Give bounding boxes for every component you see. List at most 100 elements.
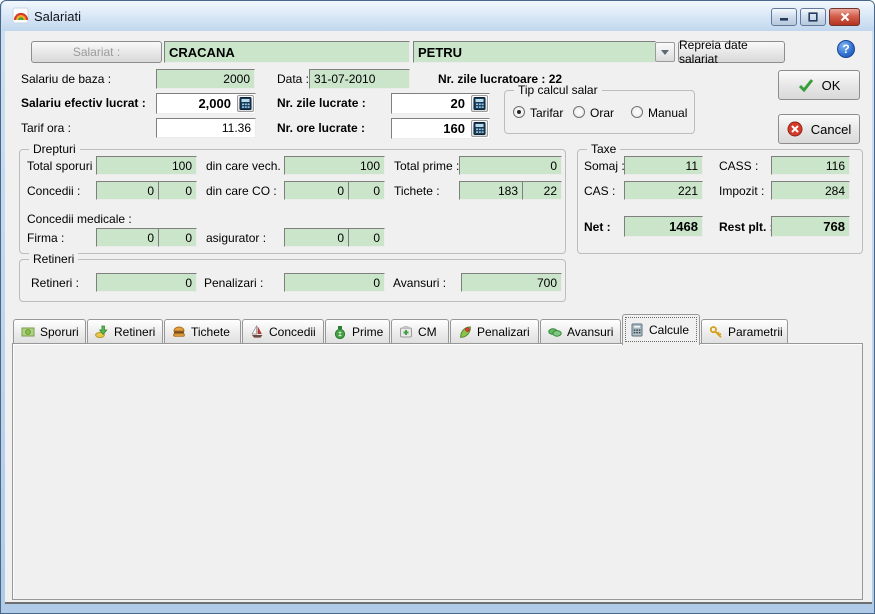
data-field: 31-07-2010: [309, 69, 410, 89]
maximize-button[interactable]: [800, 8, 826, 26]
taxe-title: Taxe: [587, 142, 620, 156]
calculator-icon[interactable]: [471, 95, 488, 112]
rest-plt-field: 768: [771, 216, 850, 237]
tab-retineri[interactable]: Retineri: [87, 319, 163, 343]
tichete-label: Tichete :: [394, 184, 440, 198]
tab-calcule[interactable]: Calcule: [622, 314, 700, 345]
radio-tarifar-label: Tarifar: [530, 106, 563, 120]
asigurator-field-a: 0: [284, 228, 349, 247]
moneybag-icon: [333, 325, 347, 339]
din-care-vech-label: din care vech. :: [206, 159, 287, 173]
tip-calcul-title: Tip calcul salar: [514, 83, 602, 97]
chevron-down-icon: [661, 50, 669, 55]
cancel-button[interactable]: Cancel: [778, 114, 860, 144]
last-name-field[interactable]: CRACANA: [164, 41, 410, 63]
salariat-button-label: Salariat :: [73, 45, 120, 59]
close-button[interactable]: [829, 8, 860, 26]
tab-label: Sporuri: [40, 325, 79, 339]
penalizari-field: 0: [284, 273, 385, 292]
cass-field: 116: [771, 156, 850, 175]
concedii-label: Concedii :: [27, 184, 80, 198]
title-bar[interactable]: Salariati: [2, 1, 875, 31]
cas-field: 221: [624, 181, 703, 200]
tab-label: Concedii: [269, 325, 316, 339]
firma-label: Firma :: [27, 231, 64, 245]
impozit-label: Impozit :: [719, 184, 764, 198]
tab-label: Parametrii: [728, 325, 783, 339]
tab-sporuri[interactable]: Sporuri: [13, 319, 86, 343]
calcule-tab-panel: [12, 343, 863, 600]
money-coins-icon: [548, 325, 562, 339]
salariu-de-baza-label: Salariu de baza :: [21, 72, 111, 86]
tab-avansuri[interactable]: Avansuri: [540, 319, 621, 343]
total-sporuri-label: Total sporuri :: [27, 159, 99, 173]
tab-concedii[interactable]: Concedii: [242, 319, 324, 343]
tab-label: Avansuri: [567, 325, 613, 339]
din-care-co-field-a: 0: [284, 181, 349, 200]
nr-ore-lucrate-label: Nr. ore lucrate :: [277, 121, 365, 135]
tab-label: Calcule: [649, 323, 689, 337]
retineri-label: Retineri :: [31, 276, 79, 290]
tab-label: Retineri: [114, 325, 155, 339]
total-prime-field: 0: [459, 156, 562, 175]
radio-tarifar[interactable]: [513, 106, 525, 118]
concedii-field-b: 0: [158, 181, 197, 200]
tab-label: Tichete: [191, 325, 230, 339]
app-rainbow-icon: [12, 7, 29, 24]
radio-orar-label: Orar: [590, 106, 614, 120]
firstaid-icon: [399, 325, 413, 339]
help-icon[interactable]: ?: [837, 40, 855, 58]
concedii-medicale-label: Concedii medicale :: [27, 212, 132, 226]
tichete-field-a: 183: [459, 181, 523, 200]
tab-tichete[interactable]: Tichete: [164, 319, 241, 343]
salariu-efectiv-label: Salariu efectiv lucrat :: [21, 96, 146, 110]
reload-employee-button[interactable]: Repreia date salariat: [678, 41, 785, 63]
salariu-de-baza-field: 2000: [156, 69, 255, 89]
net-field: 1468: [624, 216, 703, 237]
tichete-field-b: 22: [522, 181, 562, 200]
banknote-icon: [21, 325, 35, 339]
cass-label: CASS :: [719, 159, 758, 173]
tab-prime[interactable]: Prime: [325, 319, 390, 343]
coins-arrow-icon: [95, 325, 109, 339]
salariati-window: Salariati Salariat : CRACANA PETRU Repre…: [0, 0, 875, 614]
avansuri-label: Avansuri :: [393, 276, 446, 290]
din-care-co-label: din care CO :: [206, 184, 277, 198]
cas-label: CAS :: [584, 184, 615, 198]
radio-orar[interactable]: [573, 106, 585, 118]
din-care-vech-field: 100: [284, 156, 385, 175]
tab-label: Prime: [352, 325, 383, 339]
rest-plt-label: Rest plt. :: [719, 220, 774, 234]
sailboat-icon: [250, 325, 264, 339]
tab-parametrii[interactable]: Parametrii: [701, 319, 788, 343]
tab-cm[interactable]: CM: [391, 319, 449, 343]
calculator-icon[interactable]: [237, 95, 254, 112]
first-name-field[interactable]: PETRU: [413, 41, 656, 63]
window-title: Salariati: [34, 9, 81, 24]
nr-zile-lucrate-label: Nr. zile lucrate :: [277, 96, 366, 110]
somaj-field: 11: [624, 156, 703, 175]
key-icon: [709, 325, 723, 339]
tab-penalizari[interactable]: Penalizari: [450, 319, 539, 343]
cancel-button-label: Cancel: [811, 122, 851, 137]
total-prime-label: Total prime :: [394, 159, 459, 173]
retineri-field: 0: [96, 273, 197, 292]
employee-dropdown-button[interactable]: [655, 42, 675, 62]
salariat-button[interactable]: Salariat :: [31, 41, 162, 63]
penalizari-label: Penalizari :: [204, 276, 263, 290]
asigurator-field-b: 0: [348, 228, 385, 247]
minimize-button[interactable]: [771, 8, 797, 26]
tarif-ora-input[interactable]: 11.36: [156, 118, 256, 138]
somaj-label: Somaj :: [584, 159, 625, 173]
help-glyph: ?: [842, 42, 849, 56]
retineri-title: Retineri: [29, 252, 78, 266]
radio-manual[interactable]: [631, 106, 643, 118]
tab-label: CM: [418, 325, 437, 339]
firma-field-b: 0: [158, 228, 197, 247]
cancel-x-icon: [787, 121, 803, 137]
calculator-icon: [630, 323, 644, 337]
asigurator-label: asigurator :: [206, 231, 266, 245]
drepturi-title: Drepturi: [29, 142, 80, 156]
ok-button[interactable]: OK: [778, 70, 860, 100]
calculator-icon[interactable]: [471, 120, 488, 137]
